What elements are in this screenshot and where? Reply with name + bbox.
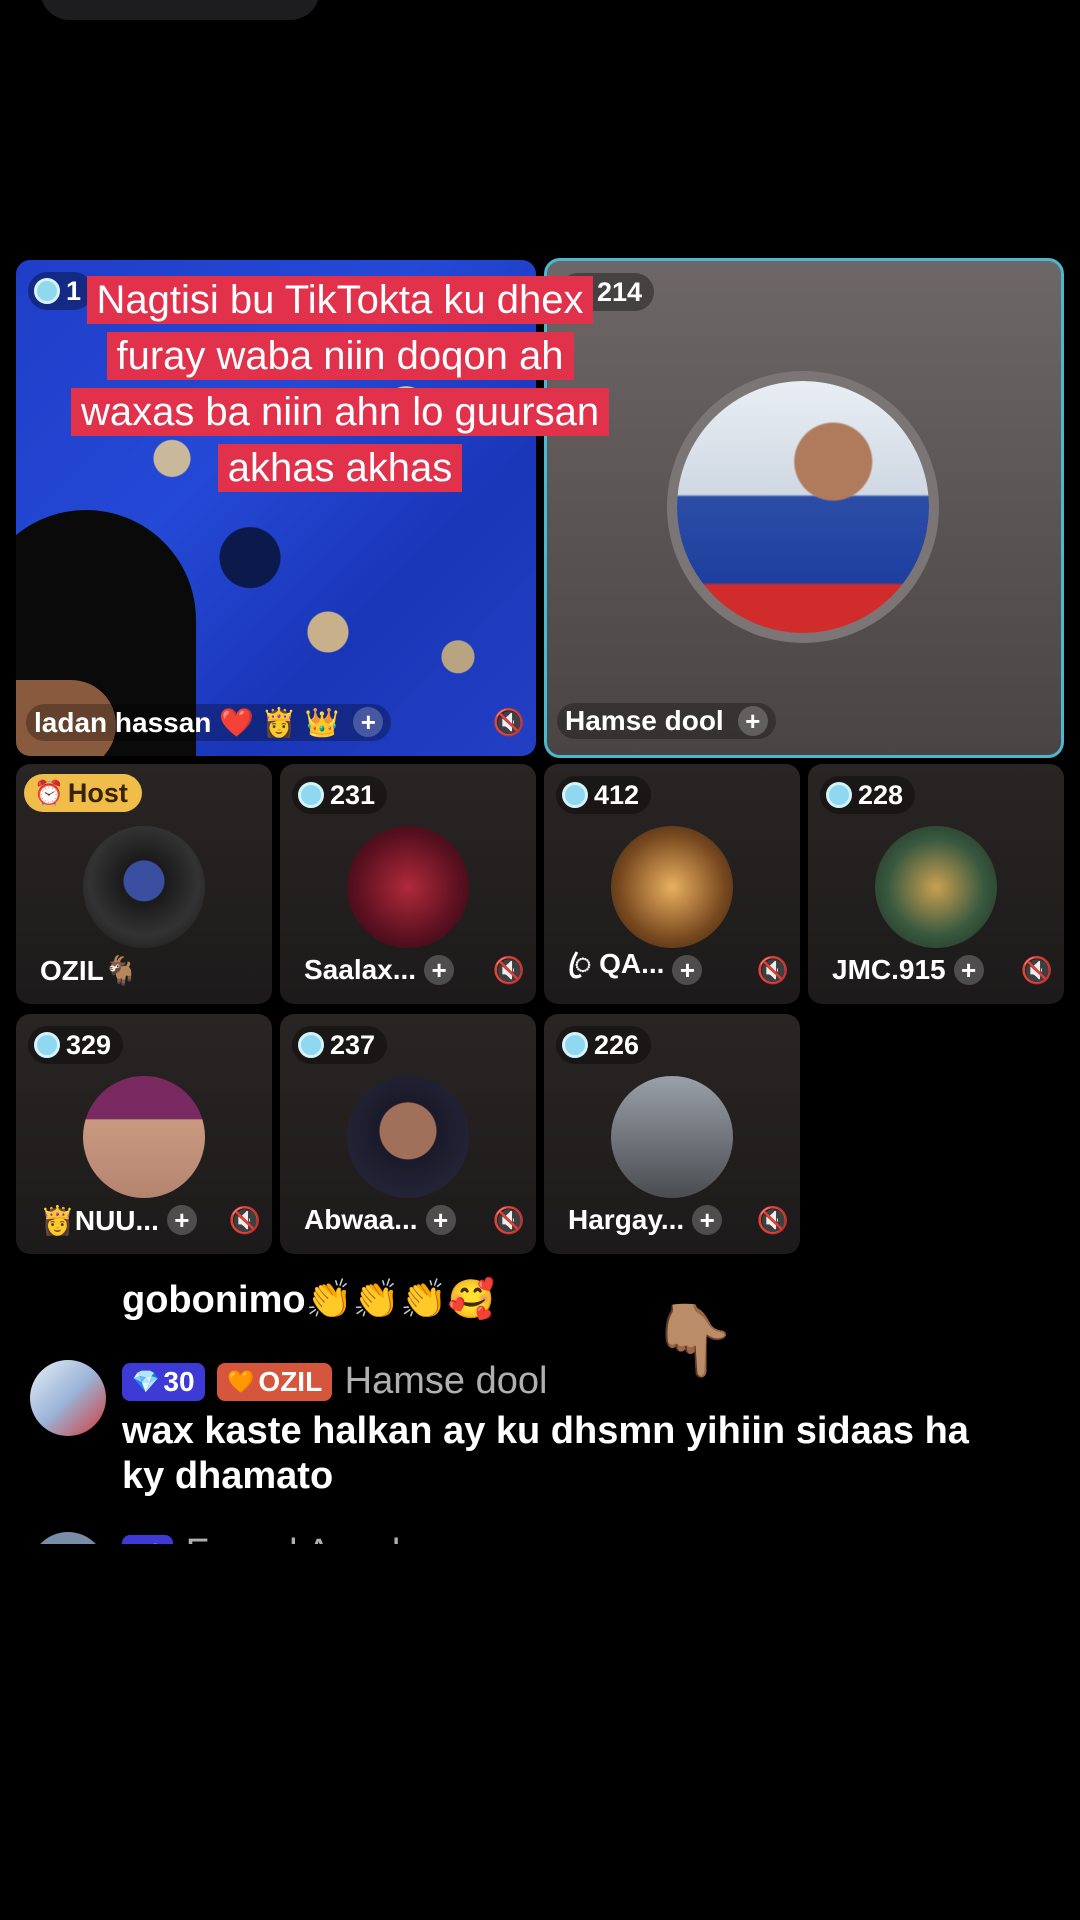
alarm-icon: ⏰: [34, 779, 64, 807]
level-number: 30: [163, 1365, 195, 1397]
level-number: 329: [66, 1029, 112, 1060]
chat-message: gobonimo👏👏👏🥰: [0, 1278, 1080, 1323]
name-row: 👸NUU... + 🔇: [26, 1200, 262, 1240]
level-number: 43: [132, 1538, 163, 1545]
guest-tile-hamse[interactable]: 214 Hamse dool +: [544, 258, 1064, 758]
muted-mic-icon: 🔇: [492, 1204, 526, 1235]
host-label: Host: [67, 777, 128, 808]
level-number: 412: [594, 779, 640, 810]
level-badge: 226: [556, 1026, 652, 1064]
follow-plus-icon[interactable]: +: [692, 1205, 723, 1235]
follow-plus-icon[interactable]: +: [424, 955, 455, 985]
avatar: [83, 826, 205, 948]
diamond-icon: 💎: [132, 1368, 160, 1394]
top-overlay-fragment: [40, 0, 320, 20]
guest-tile-abwaa[interactable]: 237 Abwaa... + 🔇: [280, 1014, 536, 1254]
diamond-level-icon: [826, 782, 852, 808]
caption-text: Nagtisi bu TikTokta ku dhex furay waba n…: [70, 276, 610, 492]
name-row: Hamse dool +: [557, 701, 1051, 741]
avatar: [347, 826, 469, 948]
follow-plus-icon[interactable]: +: [166, 1205, 197, 1235]
name-row: Saalax... + 🔇: [290, 950, 526, 990]
avatar: [83, 1076, 205, 1198]
name-pill[interactable]: Hamse dool +: [557, 703, 776, 739]
guest-tile-saalax[interactable]: 231 Saalax... + 🔇: [280, 764, 536, 1004]
avatar: [875, 826, 997, 948]
level-badge: 329: [28, 1026, 124, 1064]
level-number: 228: [858, 779, 904, 810]
name-row: Abwaa... + 🔇: [290, 1200, 526, 1240]
heart-icon: 🧡: [227, 1368, 255, 1394]
chat-username[interactable]: Hamse dool: [345, 1360, 548, 1402]
guest-tile-nuu[interactable]: 329 👸NUU... + 🔇: [16, 1014, 272, 1254]
level-badge: 231: [292, 776, 388, 814]
diamond-level-icon: [34, 1032, 60, 1058]
name-row: ꦿ QA... + 🔇: [554, 948, 790, 990]
name-row: OZIL🐐: [26, 950, 262, 990]
follow-plus-icon[interactable]: +: [737, 706, 768, 736]
guest-name: Hargay...: [568, 1204, 685, 1235]
level-badge: 412: [556, 776, 652, 814]
muted-mic-icon: 🔇: [492, 706, 526, 737]
follow-plus-icon[interactable]: +: [953, 955, 984, 985]
guest-name: ladan hassan ❤️ 👸 👑: [34, 706, 340, 738]
level-badge: 237: [292, 1026, 388, 1064]
gifter-level-badge: 43: [122, 1534, 174, 1545]
muted-mic-icon: 🔇: [228, 1204, 262, 1235]
chat-text: wax kaste halkan ay ku dhsmn yihiin sida…: [122, 1410, 969, 1497]
name-row: Hargay... + 🔇: [554, 1200, 790, 1240]
chat-message[interactable]: 💎 30 🧡 OZIL Hamse dool wax kaste halkan …: [0, 1360, 1080, 1499]
chat-username[interactable]: Faysal Ayanle: [186, 1532, 422, 1544]
guest-name: 👸NUU...: [40, 1204, 159, 1236]
guest-tile-qa[interactable]: 412 ꦿ QA... + 🔇: [544, 764, 800, 1004]
muted-mic-icon: 🔇: [756, 1204, 790, 1235]
diamond-level-icon: [298, 782, 324, 808]
diamond-level-icon: [562, 782, 588, 808]
guest-name: OZIL🐐: [40, 954, 139, 986]
avatar: [347, 1076, 469, 1198]
level-number: 231: [330, 779, 376, 810]
muted-mic-icon: 🔇: [492, 954, 526, 985]
diamond-level-icon: [34, 278, 60, 304]
name-pill[interactable]: ladan hassan ❤️ 👸 👑 +: [26, 703, 392, 741]
gifter-level-badge: 💎 30: [122, 1362, 205, 1401]
diamond-level-icon: [298, 1032, 324, 1058]
fan-club-badge: 🧡 OZIL: [217, 1362, 333, 1401]
guest-name: ꦿ QA...: [568, 947, 665, 979]
level-badge: 228: [820, 776, 916, 814]
guest-name: Abwaa...: [304, 1204, 418, 1235]
avatar: [611, 1076, 733, 1198]
avatar: [667, 371, 939, 643]
video-caption: Nagtisi bu TikTokta ku dhex furay waba n…: [70, 272, 610, 496]
name-row: JMC.915 + 🔇: [818, 950, 1054, 990]
guest-name: Hamse dool: [565, 705, 724, 736]
chat-message-partial[interactable]: 43 Faysal Ayanle: [0, 1532, 1080, 1544]
guest-tile-jmc[interactable]: 228 JMC.915 + 🔇: [808, 764, 1064, 1004]
level-number: 237: [330, 1029, 376, 1060]
guest-name: JMC.915: [832, 954, 946, 985]
follow-plus-icon[interactable]: +: [353, 707, 384, 737]
level-number: 226: [594, 1029, 640, 1060]
follow-plus-icon[interactable]: +: [425, 1205, 456, 1235]
guest-name: Saalax...: [304, 954, 417, 985]
guest-tile-hargay[interactable]: 226 Hargay... + 🔇: [544, 1014, 800, 1254]
host-tile[interactable]: ⏰ Host OZIL🐐: [16, 764, 272, 1004]
name-row: ladan hassan ❤️ 👸 👑 + 🔇: [26, 702, 526, 742]
muted-mic-icon: 🔇: [756, 954, 790, 985]
host-badge: ⏰ Host: [24, 774, 142, 812]
avatar: [611, 826, 733, 948]
follow-plus-icon[interactable]: +: [672, 955, 703, 985]
muted-mic-icon: 🔇: [1020, 954, 1054, 985]
avatar[interactable]: [30, 1360, 106, 1436]
fan-club-name: OZIL: [258, 1365, 323, 1397]
diamond-level-icon: [562, 1032, 588, 1058]
chat-text: gobonimo👏👏👏🥰: [122, 1279, 495, 1321]
